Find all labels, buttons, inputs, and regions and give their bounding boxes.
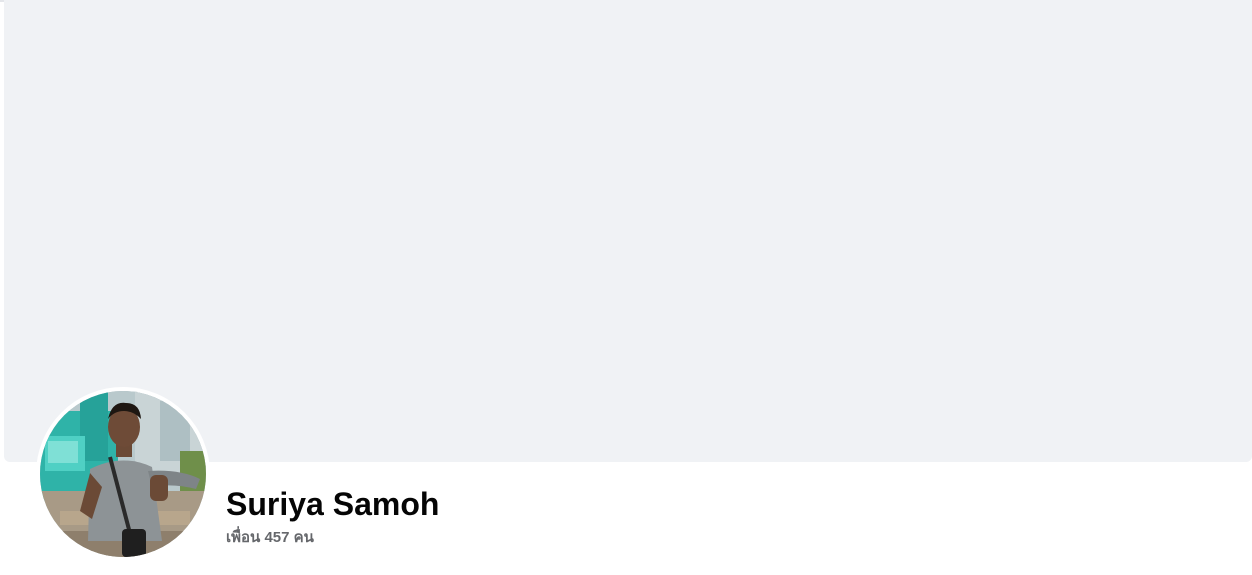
profile-name: Suriya Samoh [226,486,440,522]
profile-page: Suriya Samoh เพื่อน 457 คน [0,0,1252,575]
profile-picture-frame[interactable] [36,387,210,561]
friends-count-link[interactable]: เพื่อน 457 คน [226,528,314,548]
cover-photo-area[interactable] [4,0,1252,462]
profile-picture[interactable] [40,391,206,557]
profile-picture-image [40,391,206,557]
